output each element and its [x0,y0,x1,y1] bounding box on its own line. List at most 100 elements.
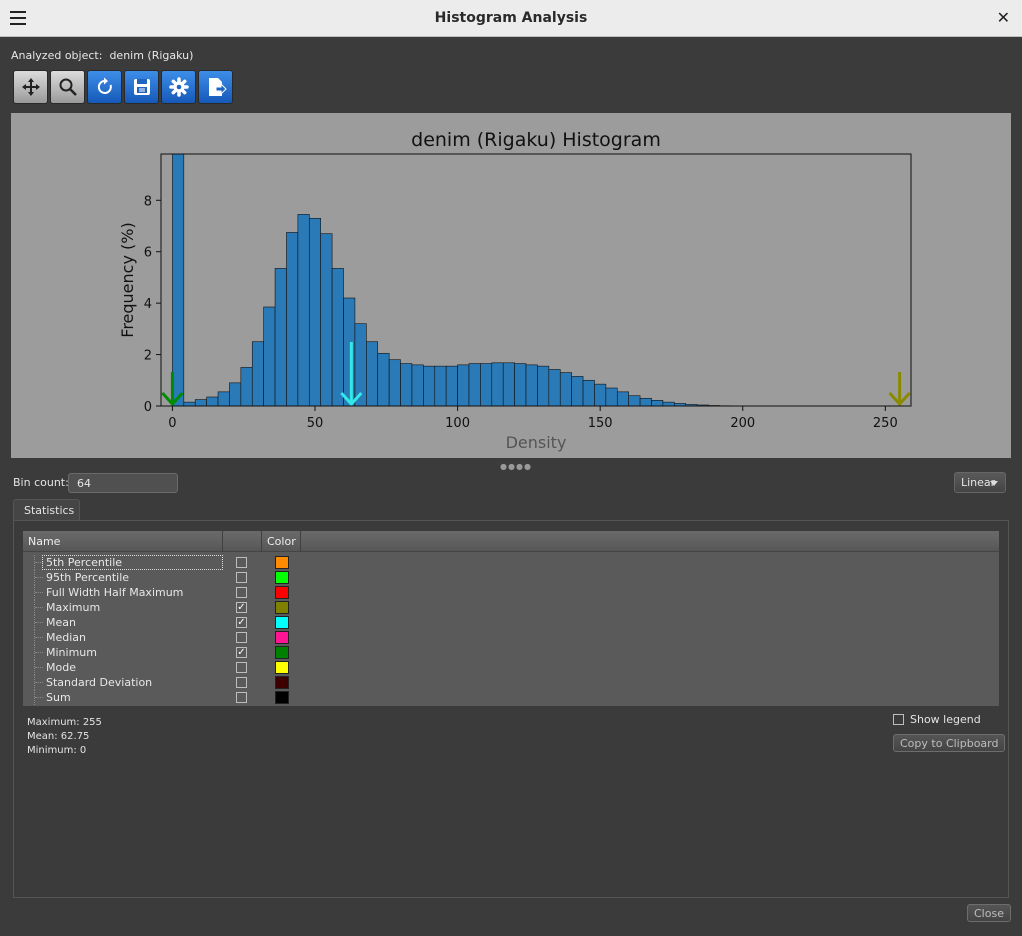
table-row[interactable]: Minimum ✓ [23,645,999,660]
summary-line: Minimum: 0 [27,745,87,756]
column-divider[interactable] [261,531,262,552]
histogram-bar [468,363,481,407]
histogram-bar [377,352,390,407]
color-swatch[interactable] [275,646,289,659]
title-bar: Histogram Analysis ✕ [0,0,1022,37]
column-header-name[interactable]: Name [28,535,60,548]
x-tick-label: 200 [730,416,755,431]
histogram-bar [445,365,458,407]
bin-count-input[interactable] [68,473,178,493]
settings-button[interactable] [161,70,196,104]
histogram-bar [343,297,356,407]
histogram-bar [571,376,584,407]
column-divider[interactable] [222,531,223,552]
y-tick-label: 6 [144,246,152,261]
row-checkbox[interactable] [236,587,247,598]
y-tick-label: 0 [144,400,152,415]
row-name: Minimum [46,646,97,659]
summary-line: Mean: 62.75 [27,731,90,742]
marker-maximum-arrow [888,372,911,407]
table-row[interactable]: Maximum ✓ [23,600,999,615]
histogram-bar [388,359,401,407]
move-icon [21,78,40,96]
x-tick-label: 100 [445,416,470,431]
row-name: 5th Percentile [42,555,223,570]
color-swatch[interactable] [275,586,289,599]
row-checkbox[interactable]: ✓ [236,617,247,628]
table-row[interactable]: Full Width Half Maximum [23,585,999,600]
analyzed-object-value: denim (Rigaku) [109,49,194,62]
color-swatch[interactable] [275,661,289,674]
row-name: Mode [46,661,76,674]
close-button[interactable]: Close [967,904,1011,922]
color-swatch[interactable] [275,631,289,644]
histogram-bar [263,306,276,407]
histogram-bar [537,365,550,407]
row-checkbox[interactable] [236,662,247,673]
histogram-bar [639,397,652,407]
color-swatch[interactable] [275,571,289,584]
table-row[interactable]: Median [23,630,999,645]
histogram-bar [525,364,538,407]
save-button[interactable] [124,70,159,104]
splitter-handle[interactable]: ●●●● [500,462,532,471]
statistics-table: Name Color 5th Percentile 95th Percentile… [23,531,999,706]
table-row[interactable]: Mean ✓ [23,615,999,630]
color-swatch[interactable] [275,676,289,689]
row-checkbox[interactable] [236,677,247,688]
row-checkbox[interactable]: ✓ [236,647,247,658]
row-checkbox[interactable] [236,557,247,568]
show-legend-label: Show legend [910,713,981,726]
table-row[interactable]: 5th Percentile [23,555,999,570]
histogram-bar [605,387,618,407]
row-checkbox[interactable] [236,692,247,703]
color-swatch[interactable] [275,691,289,704]
column-header-color[interactable]: Color [267,535,296,548]
row-name: 95th Percentile [46,571,130,584]
tree-line [34,570,44,585]
color-swatch[interactable] [275,556,289,569]
tree-line [34,675,44,690]
show-legend-checkbox[interactable] [893,714,904,725]
histogram-bar [423,365,436,407]
histogram-bar [514,363,527,407]
histogram-plot: denim (Rigaku) Histogram Density Frequen… [11,113,1011,458]
histogram-bar [274,268,287,407]
row-checkbox[interactable] [236,572,247,583]
move-button[interactable] [13,70,48,104]
row-name: Standard Deviation [46,676,153,689]
chart-title: denim (Rigaku) Histogram [411,129,661,151]
row-checkbox[interactable]: ✓ [236,602,247,613]
color-swatch[interactable] [275,616,289,629]
table-row[interactable]: Mode [23,660,999,675]
histogram-chart: denim (Rigaku) Histogram Density Frequen… [118,129,912,452]
zoom-button[interactable] [50,70,85,104]
export-button[interactable] [198,70,233,104]
histogram-bar [308,217,321,407]
scale-dropdown[interactable]: Linear [954,472,1006,493]
column-divider[interactable] [300,531,301,552]
histogram-bar [651,400,664,407]
histogram-bar [662,401,675,407]
table-row[interactable]: 95th Percentile [23,570,999,585]
reset-button[interactable] [87,70,122,104]
close-icon[interactable]: ✕ [997,8,1010,27]
copy-to-clipboard-button[interactable]: Copy to Clipboard [893,734,1006,752]
tree-line [34,585,44,600]
tab-statistics[interactable]: Statistics [13,499,80,520]
x-tick-label: 250 [873,416,898,431]
histogram-bar [559,372,572,407]
histogram-bar [194,399,207,407]
row-checkbox[interactable] [236,632,247,643]
histogram-bar [172,153,185,407]
histogram-bar [217,391,230,407]
tree-line [34,660,44,675]
summary-line: Maximum: 255 [27,717,102,728]
color-swatch[interactable] [275,601,289,614]
table-row[interactable]: Standard Deviation [23,675,999,690]
histogram-bar [286,232,299,407]
histogram-bar [400,363,413,407]
x-tick-label: 50 [307,416,324,431]
histogram-bar [491,362,504,407]
table-row[interactable]: Sum [23,690,999,705]
